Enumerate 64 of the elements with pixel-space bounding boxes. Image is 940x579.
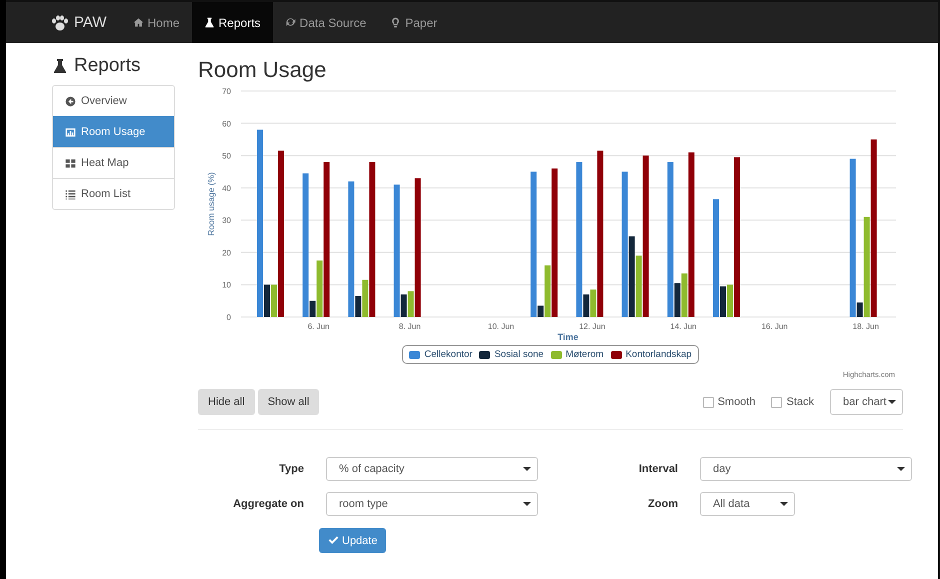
select-field[interactable]: day bbox=[700, 457, 912, 481]
check-icon bbox=[328, 535, 339, 546]
axis-tick-label: 20 bbox=[222, 248, 231, 258]
axis-tick-label: 14. Jun bbox=[670, 322, 697, 331]
flask-icon bbox=[204, 17, 215, 28]
back-arrow-icon bbox=[65, 96, 76, 106]
select-field[interactable]: % of capacity bbox=[326, 457, 538, 481]
sidebar-item[interactable]: Overview bbox=[53, 86, 174, 116]
nav-link[interactable]: Paper bbox=[378, 2, 450, 43]
select-field[interactable]: All data bbox=[700, 492, 795, 516]
home-icon bbox=[132, 17, 144, 28]
axis-tick-label: 8. Jun bbox=[398, 322, 421, 331]
sidebar-item[interactable]: Heat Map bbox=[53, 147, 174, 178]
sidebar-item[interactable]: Room Usage bbox=[53, 116, 174, 147]
axis-tick-label: 16. Jun bbox=[761, 322, 788, 331]
legend-item[interactable]: Kontorlandskap bbox=[626, 349, 692, 360]
flask-icon bbox=[52, 58, 68, 74]
field-label: Interval bbox=[638, 463, 678, 475]
update-button[interactable]: Update bbox=[319, 528, 386, 553]
legend-item[interactable]: Cellekontor bbox=[424, 349, 472, 360]
caret-icon bbox=[897, 467, 905, 471]
field-label: Type bbox=[278, 463, 304, 475]
paw-icon bbox=[51, 14, 69, 30]
legend-item[interactable]: Sosial sone bbox=[494, 349, 544, 360]
grid-icon bbox=[65, 158, 76, 168]
legend-item[interactable]: Møterom bbox=[566, 349, 604, 360]
bar-chart-icon bbox=[65, 126, 76, 138]
checkbox-label: Smooth bbox=[718, 396, 756, 408]
lightbulb-icon bbox=[390, 17, 402, 28]
list-icon bbox=[65, 188, 76, 200]
axis-tick-label: 10 bbox=[222, 280, 231, 290]
checkbox-label: Stack bbox=[786, 396, 814, 408]
nav-link[interactable]: Home bbox=[120, 2, 192, 43]
axis-tick-label: 30 bbox=[222, 216, 231, 226]
caret-icon bbox=[888, 400, 896, 404]
page-title: Room Usage bbox=[198, 57, 328, 83]
axis-tick-label: 6. Jun bbox=[308, 322, 330, 331]
axis-tick-label: 10. Jun bbox=[488, 322, 514, 331]
axis-title: Time bbox=[558, 332, 578, 342]
nav-link[interactable]: Data Source bbox=[272, 2, 378, 43]
axis-tick-label: 18. Jun bbox=[852, 322, 879, 331]
brand-name[interactable]: PAW bbox=[74, 14, 106, 31]
caret-icon bbox=[523, 467, 531, 471]
axis-title: Room usage (%) bbox=[206, 172, 216, 236]
axis-tick-label: 60 bbox=[222, 119, 231, 128]
nav-link[interactable]: Reports bbox=[192, 2, 273, 43]
toggle-button[interactable]: Hide all bbox=[198, 389, 255, 415]
toggle-button[interactable]: Show all bbox=[258, 389, 320, 415]
checkbox[interactable] bbox=[702, 396, 714, 408]
axis-tick-label: 12. Jun bbox=[579, 322, 606, 331]
field-label: Aggregate on bbox=[232, 498, 304, 510]
field-label: Zoom bbox=[647, 498, 678, 510]
axis-tick-label: 40 bbox=[222, 184, 231, 193]
select-field[interactable]: room type bbox=[326, 492, 538, 516]
checkbox[interactable] bbox=[771, 396, 782, 408]
sidebar-title: Reports bbox=[74, 55, 141, 77]
caret-icon bbox=[523, 502, 531, 506]
refresh-icon bbox=[284, 17, 296, 28]
chart-type-select[interactable]: bar chart bbox=[830, 389, 903, 415]
sidebar-item[interactable]: Room List bbox=[53, 178, 174, 209]
axis-tick-label: 70 bbox=[222, 87, 231, 96]
axis-tick-label: 0 bbox=[226, 313, 231, 322]
caret-icon bbox=[780, 502, 788, 506]
axis-tick-label: 50 bbox=[222, 152, 231, 161]
